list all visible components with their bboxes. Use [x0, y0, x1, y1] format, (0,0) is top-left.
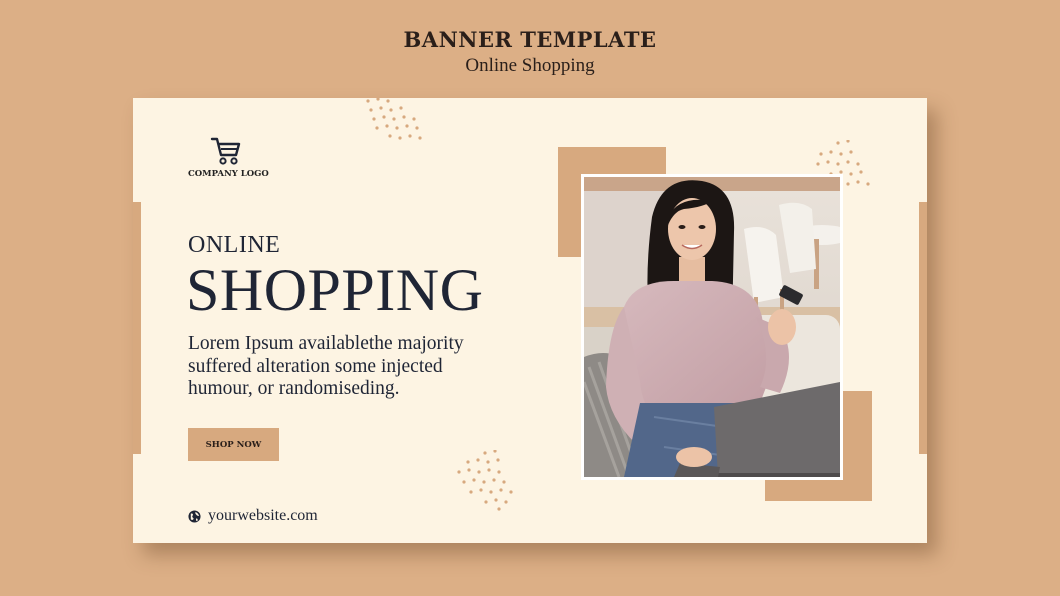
body-copy: Lorem Ipsum availablethe majority suffer…	[188, 333, 518, 401]
globe-icon	[188, 509, 201, 523]
template-subtitle: Online Shopping	[465, 55, 595, 76]
banner-right-strip	[919, 202, 927, 454]
company-logo-text: COMPANY LOGO	[188, 169, 269, 179]
template-title: BANNER TEMPLATE	[403, 27, 657, 52]
banner-card: COMPANY LOGO ONLINE SHOPPING Lorem Ipsum…	[133, 98, 927, 543]
body-line: Lorem Ipsum availablethe majority	[188, 333, 464, 354]
woman-with-laptop-image	[584, 177, 840, 477]
website-link[interactable]: yourwebsite.com	[188, 507, 318, 525]
shopping-cart-icon	[210, 137, 241, 165]
shop-now-button[interactable]: SHOP NOW	[188, 428, 279, 461]
body-line: suffered alteration some injected	[188, 355, 443, 377]
body-line: humour, or randomiseding.	[188, 378, 400, 399]
heading-online: ONLINE	[188, 232, 281, 258]
dot-pattern-bottom	[457, 450, 513, 511]
hero-photo	[581, 174, 843, 480]
banner-left-strip	[133, 202, 141, 454]
dot-pattern-top	[366, 98, 422, 140]
website-url: yourwebsite.com	[208, 507, 318, 524]
heading-shopping: SHOPPING	[186, 257, 484, 323]
